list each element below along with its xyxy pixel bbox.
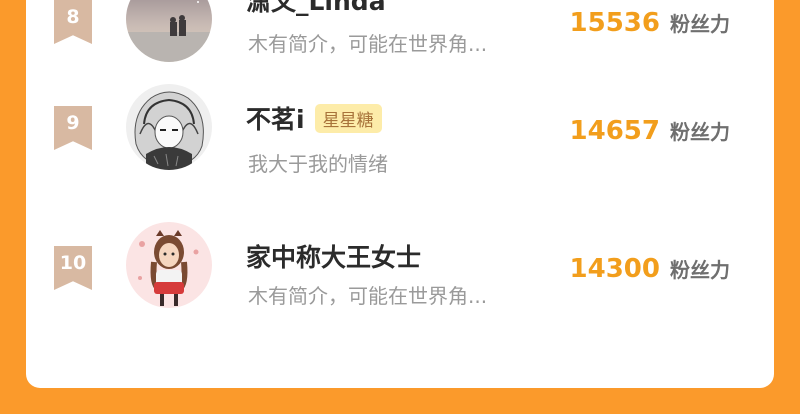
user-name[interactable]: 不茗i 星星糖 (246, 100, 382, 136)
user-name[interactable]: 家中称大王女士 (246, 238, 421, 274)
user-description: 木有简介，可能在世界角... (248, 284, 488, 308)
user-tag-badge: 星星糖 (314, 103, 382, 133)
fans-label: 粉丝力 (670, 120, 730, 144)
list-item[interactable]: 8 潇文_Linda 木有简介，可能在世界角... 15536 粉丝力 (26, 0, 774, 70)
rank-badge: 10 (54, 246, 92, 290)
rank-badge: 8 (54, 0, 92, 44)
avatar[interactable] (126, 84, 212, 170)
rank-number: 9 (66, 112, 80, 134)
fans-label: 粉丝力 (670, 12, 730, 36)
fans-label: 粉丝力 (670, 258, 730, 282)
rank-number: 10 (59, 252, 87, 274)
user-description: 木有简介，可能在世界角... (248, 32, 488, 56)
ranking-card: 8 潇文_Linda 木有简介，可能在世界角... 15536 粉丝力 9 不茗… (26, 0, 774, 388)
user-name-text: 潇文_Linda (246, 0, 386, 16)
user-name[interactable]: 潇文_Linda (246, 0, 386, 18)
list-item[interactable]: 9 不茗i 星星糖 我大于我的情绪 14657 粉丝力 (26, 84, 774, 184)
fans-count: 14300 (569, 254, 660, 284)
avatar[interactable] (126, 222, 212, 308)
rank-badge: 9 (54, 106, 92, 150)
list-item[interactable]: 10 家中称大王女士 木有简介，可能在世界角... 14300 粉丝力 (26, 222, 774, 322)
fans-power: 14657 粉丝力 (570, 116, 730, 146)
fans-count: 14657 (569, 116, 660, 146)
user-description: 我大于我的情绪 (248, 152, 388, 176)
fans-power: 14300 粉丝力 (570, 254, 730, 284)
avatar[interactable] (126, 0, 212, 62)
fans-power: 15536 粉丝力 (570, 8, 730, 38)
fans-count: 15536 (569, 8, 660, 38)
rank-number: 8 (66, 6, 80, 28)
user-name-text: 家中称大王女士 (246, 243, 422, 272)
user-name-text: 不茗i (246, 105, 305, 134)
